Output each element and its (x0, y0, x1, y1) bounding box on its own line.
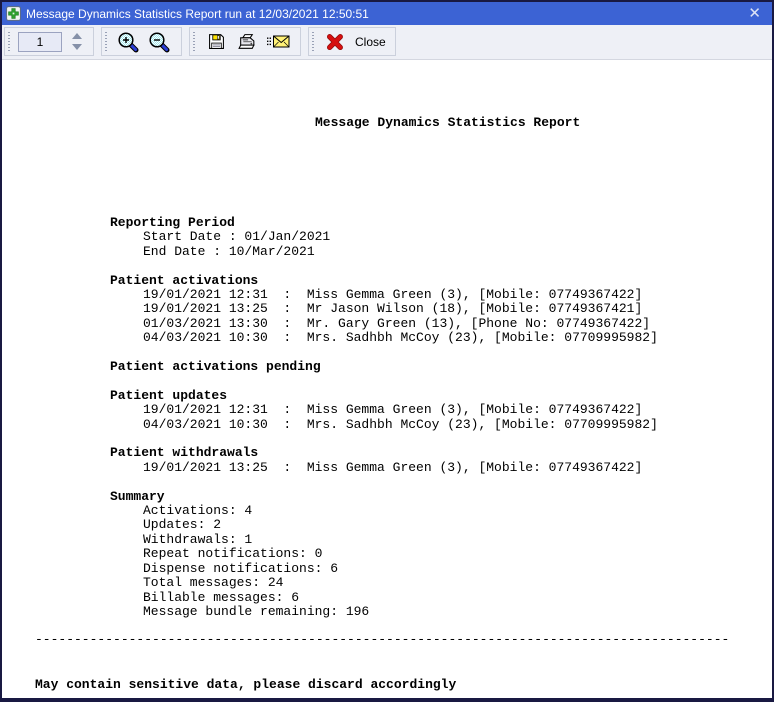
report-section: SummaryActivations: 4Updates: 2Withdrawa… (110, 490, 772, 620)
page-spinner (72, 33, 84, 50)
section-heading: Patient updates (110, 389, 772, 403)
section-line: Total messages: 24 (110, 576, 772, 590)
toolbar-grip[interactable] (8, 32, 10, 51)
section-line: 04/03/2021 10:30 : Mrs. Sadhbh McCoy (23… (110, 418, 772, 432)
toolbar: 1 (2, 25, 772, 60)
close-group: Close (308, 27, 396, 56)
email-envelope-icon (267, 35, 290, 48)
report-section: Patient activations pending (110, 360, 772, 374)
section-line: End Date : 10/Mar/2021 (110, 245, 772, 259)
page-navigation-group: 1 (4, 27, 94, 56)
zoom-group (101, 27, 182, 56)
toolbar-grip[interactable] (312, 32, 314, 51)
section-line: Repeat notifications: 0 (110, 547, 772, 561)
page-up-button[interactable] (72, 33, 82, 39)
sensitive-data-notice: May contain sensitive data, please disca… (35, 677, 745, 692)
output-actions-group (189, 27, 301, 56)
email-button[interactable] (265, 29, 291, 54)
section-heading: Summary (110, 490, 772, 504)
window-title: Message Dynamics Statistics Report run a… (26, 7, 740, 21)
footer-divider: ----------------------------------------… (35, 632, 745, 647)
section-line: Activations: 4 (110, 504, 772, 518)
section-line: 01/03/2021 13:30 : Mr. Gary Green (13), … (110, 317, 772, 331)
zoom-in-button[interactable] (115, 29, 141, 54)
report-body: Message Dynamics Statistics Report Repor… (2, 60, 772, 663)
close-button-label[interactable]: Close (355, 35, 386, 49)
print-button[interactable] (234, 29, 260, 54)
zoom-out-icon (148, 31, 170, 53)
report-preview-window: Message Dynamics Statistics Report run a… (0, 0, 774, 702)
section-line: Start Date : 01/Jan/2021 (110, 230, 772, 244)
section-line: 04/03/2021 10:30 : Mrs. Sadhbh McCoy (23… (110, 331, 772, 345)
section-heading: Reporting Period (110, 216, 772, 230)
section-line: 19/01/2021 13:25 : Miss Gemma Green (3),… (110, 461, 772, 475)
toolbar-grip[interactable] (105, 32, 107, 51)
report-section: Patient activations19/01/2021 12:31 : Mi… (110, 274, 772, 346)
report-sections: Reporting PeriodStart Date : 01/Jan/2021… (110, 216, 772, 619)
floppy-save-icon (208, 33, 225, 50)
section-heading: Patient activations (110, 274, 772, 288)
toolbar-grip[interactable] (193, 32, 195, 51)
zoom-out-button[interactable] (146, 29, 172, 54)
titlebar[interactable]: Message Dynamics Statistics Report run a… (2, 2, 772, 25)
section-line: 19/01/2021 13:25 : Mr Jason Wilson (18),… (110, 302, 772, 316)
printer-icon (237, 33, 257, 51)
section-line: Withdrawals: 1 (110, 533, 772, 547)
close-button[interactable] (322, 29, 348, 54)
section-heading: Patient activations pending (110, 360, 772, 374)
section-heading: Patient withdrawals (110, 446, 772, 460)
pharmacy-cross-icon (6, 6, 21, 21)
report-footer: ----------------------------------------… (35, 602, 745, 698)
window-close-icon[interactable]: ✕ (745, 6, 764, 21)
page-number-input[interactable]: 1 (18, 32, 62, 52)
section-line: 19/01/2021 12:31 : Miss Gemma Green (3),… (110, 403, 772, 417)
report-page: Message Dynamics Statistics Report Repor… (2, 60, 772, 698)
page-down-button[interactable] (72, 44, 82, 50)
save-button[interactable] (203, 29, 229, 54)
red-cross-icon (327, 33, 344, 50)
report-title: Message Dynamics Statistics Report (315, 116, 772, 130)
report-section: Patient withdrawals19/01/2021 13:25 : Mi… (110, 446, 772, 475)
section-line: 19/01/2021 12:31 : Miss Gemma Green (3),… (110, 288, 772, 302)
zoom-in-icon (117, 31, 139, 53)
report-section: Reporting PeriodStart Date : 01/Jan/2021… (110, 216, 772, 259)
section-line: Dispense notifications: 6 (110, 562, 772, 576)
report-section: Patient updates19/01/2021 12:31 : Miss G… (110, 389, 772, 432)
section-line: Updates: 2 (110, 518, 772, 532)
